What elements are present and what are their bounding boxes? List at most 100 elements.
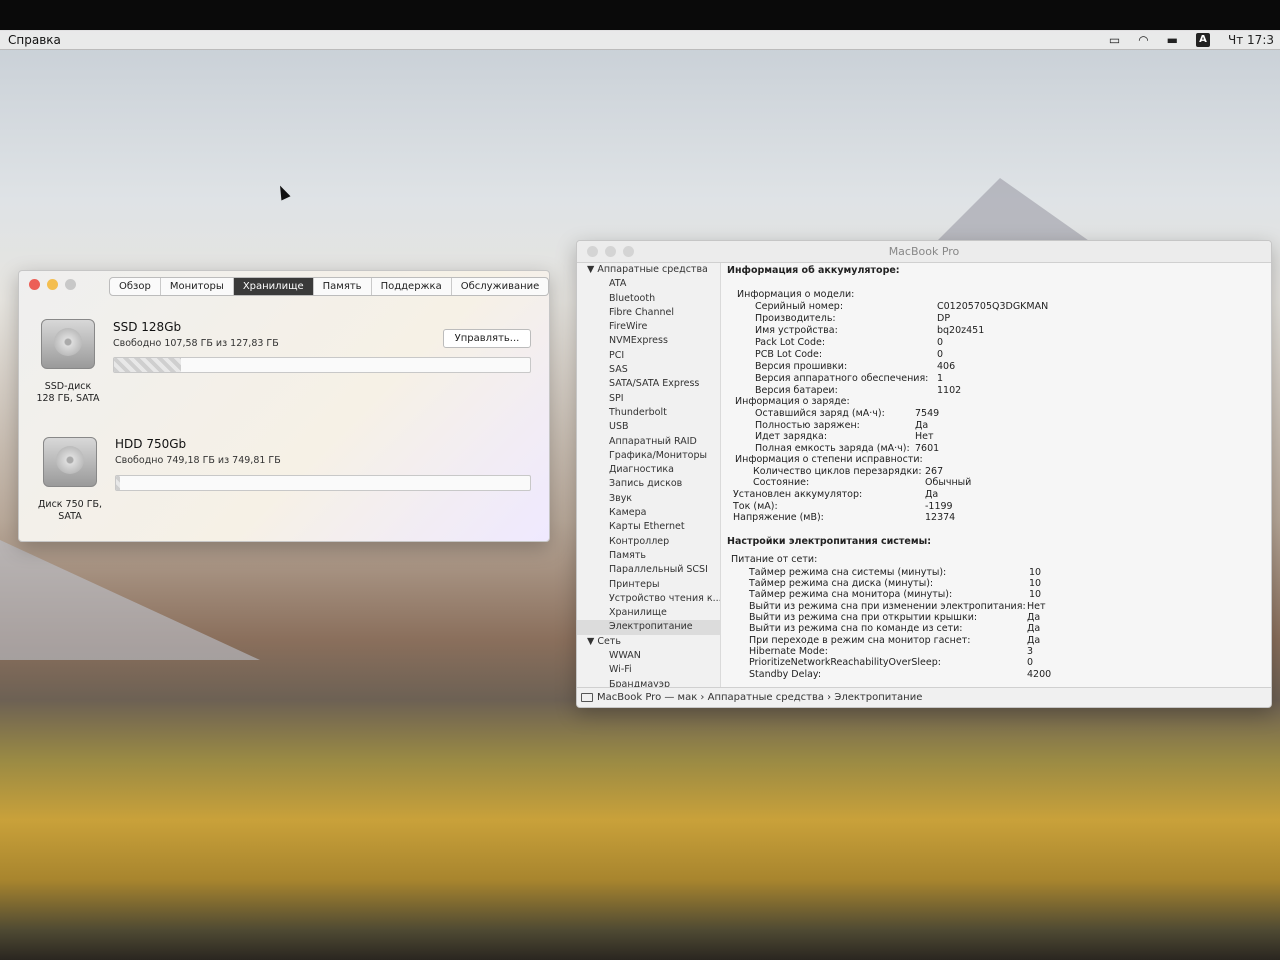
info-value: 12374: [925, 512, 956, 523]
close-icon[interactable]: [29, 279, 40, 290]
ssd-free: Свободно 107,58 ГБ из 127,83 ГБ: [113, 338, 279, 349]
manage-button[interactable]: Управлять...: [443, 329, 531, 348]
sidebar-item[interactable]: Параллельный SCSI: [577, 563, 720, 577]
info-value: Да: [915, 420, 929, 431]
sidebar-item[interactable]: Электропитание: [577, 620, 720, 635]
info-value: 267: [925, 466, 944, 477]
info-key: Таймер режима сна монитора (минуты):: [749, 589, 953, 600]
sidebar-item[interactable]: PCI: [577, 349, 720, 363]
sidebar-item[interactable]: ▼ Сеть: [577, 635, 720, 649]
system-information-window: MacBook Pro ▼ Аппаратные средства ATA Blue…: [576, 240, 1272, 708]
info-value: DP: [937, 313, 951, 324]
zoom-icon[interactable]: [65, 279, 76, 290]
sidebar-item[interactable]: Wi-Fi: [577, 663, 720, 677]
sidebar-item[interactable]: NVMExpress: [577, 334, 720, 348]
info-key: Hibernate Mode:: [749, 646, 828, 657]
breadcrumb[interactable]: MacBook Pro — мак › Аппаратные средства …: [597, 692, 922, 703]
tab-2[interactable]: Хранилище: [233, 278, 314, 295]
airplay-icon[interactable]: ▭: [1109, 33, 1120, 47]
sidebar-item[interactable]: Аппаратный RAID: [577, 435, 720, 449]
tab-0[interactable]: Обзор: [110, 278, 161, 295]
info-value: 1102: [937, 385, 962, 396]
keyboard-layout-icon[interactable]: A: [1196, 32, 1211, 47]
ssd-usage-bar: [113, 357, 531, 373]
sidebar-item[interactable]: ATA: [577, 277, 720, 291]
sidebar-item[interactable]: SATA/SATA Express: [577, 377, 720, 391]
info-value: Нет: [915, 431, 934, 442]
sidebar-item[interactable]: Хранилище: [577, 606, 720, 620]
info-value: Да: [1027, 623, 1041, 634]
sidebar-item[interactable]: Контроллер: [577, 535, 720, 549]
info-key: Информация о модели:: [737, 289, 855, 300]
tab-bar: Обзор Мониторы Хранилище Память Поддержка Обс…: [109, 277, 549, 296]
sidebar-item[interactable]: Звук: [577, 492, 720, 506]
info-key: Установлен аккумулятор:: [733, 489, 863, 500]
sidebar-item[interactable]: SAS: [577, 363, 720, 377]
sidebar-item[interactable]: Карты Ethernet: [577, 520, 720, 534]
sidebar-item[interactable]: Запись дисков: [577, 477, 720, 491]
sidebar-item[interactable]: Bluetooth: [577, 292, 720, 306]
tab-1[interactable]: Мониторы: [161, 278, 234, 295]
info-key: Выйти из режима сна при открытии крышки:: [749, 612, 978, 623]
info-key: Имя устройства:: [755, 325, 838, 336]
wifi-icon[interactable]: ◠: [1138, 33, 1148, 47]
sidebar-item[interactable]: Thunderbolt: [577, 406, 720, 420]
info-key: Информация о заряде:: [735, 396, 850, 407]
sidebar-item[interactable]: Графика/Мониторы: [577, 449, 720, 463]
info-key: Напряжение (мВ):: [733, 512, 824, 523]
minimize-icon[interactable]: [605, 246, 616, 257]
info-value: -1199: [925, 501, 953, 512]
info-value: 10: [1029, 578, 1042, 589]
info-key: Полная емкость заряда (мА·ч):: [755, 443, 910, 454]
info-key: Информация о степени исправности:: [735, 454, 923, 465]
info-key: Серийный номер:: [755, 301, 844, 312]
info-value: Обычный: [925, 477, 972, 488]
mouse-cursor-icon: [275, 183, 291, 201]
info-value: 1: [937, 373, 944, 384]
info-key: Версия аппаратного обеспечения:: [755, 373, 929, 384]
tab-5[interactable]: Обслуживание: [452, 278, 549, 295]
info-key: PCB Lot Code:: [755, 349, 823, 360]
wallpaper-mountain-left: [0, 540, 260, 660]
sidebar-item[interactable]: Устройство чтения к...: [577, 592, 720, 606]
info-key: Идет зарядка:: [755, 431, 828, 442]
info-key: Оставшийся заряд (мА·ч):: [755, 408, 885, 419]
hdd-name: HDD 750Gb: [115, 437, 187, 451]
info-key: Таймер режима сна системы (минуты):: [749, 567, 947, 578]
info-key: Версия батареи:: [755, 385, 838, 396]
sidebar-item[interactable]: WWAN: [577, 649, 720, 663]
sidebar-item[interactable]: Fibre Channel: [577, 306, 720, 320]
sidebar-item[interactable]: Диагностика: [577, 463, 720, 477]
info-value: 0: [937, 337, 944, 348]
info-value: 4200: [1027, 669, 1052, 680]
sidebar-item[interactable]: FireWire: [577, 320, 720, 334]
menu-help[interactable]: Справка: [8, 33, 61, 47]
info-key: Полностью заряжен:: [755, 420, 860, 431]
info-key: Количество циклов перезарядки:: [753, 466, 922, 477]
info-value: 10: [1029, 589, 1042, 600]
sidebar-item[interactable]: USB: [577, 420, 720, 434]
detail-pane: Информация об аккумуляторе: Информация о …: [727, 263, 1267, 687]
sidebar-item[interactable]: SPI: [577, 392, 720, 406]
sidebar-item[interactable]: Брандмауэр: [577, 678, 720, 687]
close-icon[interactable]: [587, 246, 598, 257]
tab-3[interactable]: Память: [314, 278, 372, 295]
sidebar-item[interactable]: Память: [577, 549, 720, 563]
hdd-label: Диск 750 ГБ, SATA: [37, 499, 103, 522]
menu-bar: Справка ▭ ◠ ▬ A Чт 17:3: [0, 30, 1280, 50]
tab-4[interactable]: Поддержка: [372, 278, 452, 295]
ssd-name: SSD 128Gb: [113, 320, 182, 334]
hdd-used-fill: [116, 476, 121, 490]
sidebar-item[interactable]: Камера: [577, 506, 720, 520]
zoom-icon[interactable]: [623, 246, 634, 257]
info-value: 10: [1029, 567, 1042, 578]
clock[interactable]: Чт 17:3: [1228, 33, 1274, 47]
top-black-bezel: [0, 0, 1280, 30]
info-value: 7601: [915, 443, 940, 454]
info-key: Ток (мА):: [733, 501, 778, 512]
battery-icon[interactable]: ▬: [1167, 33, 1178, 47]
category-sidebar: ▼ Аппаратные средства ATA Bluetooth Fibre C…: [577, 263, 721, 687]
minimize-icon[interactable]: [47, 279, 58, 290]
sidebar-item[interactable]: Принтеры: [577, 578, 720, 592]
sidebar-item[interactable]: ▼ Аппаратные средства: [577, 263, 720, 277]
